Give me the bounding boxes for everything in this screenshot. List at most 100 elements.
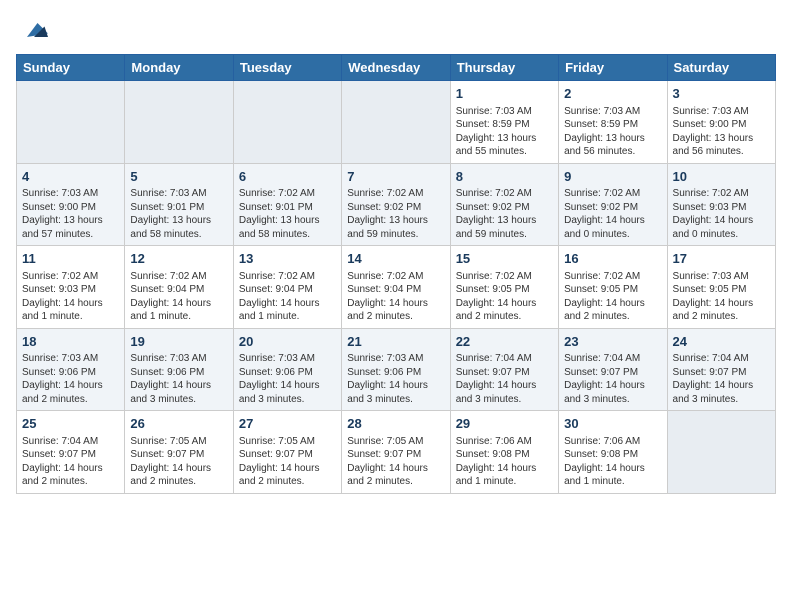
- sunset: Sunset: 9:04 PM: [239, 284, 313, 295]
- calendar-week-5: 25Sunrise: 7:04 AMSunset: 9:07 PMDayligh…: [17, 411, 776, 494]
- sunset: Sunset: 9:07 PM: [456, 367, 530, 378]
- calendar-week-2: 4 Sunrise: 7:03 AM Sunset: 9:00 PM Daylight…: [17, 163, 776, 246]
- logo-icon: [20, 16, 48, 44]
- daylight: Daylight: 13 hours and 59 minutes.: [456, 215, 537, 240]
- calendar-cell: [342, 81, 450, 164]
- calendar-cell: [125, 81, 233, 164]
- sunset: Sunset: 9:02 PM: [564, 202, 638, 213]
- day-number: 11: [22, 250, 119, 268]
- day-number: 13: [239, 250, 336, 268]
- daylight: Daylight: 14 hours and 2 minutes.: [347, 463, 428, 488]
- daylight: Daylight: 14 hours and 3 minutes.: [347, 380, 428, 405]
- calendar-cell: 24Sunrise: 7:04 AMSunset: 9:07 PMDayligh…: [667, 328, 775, 411]
- calendar-cell: 18Sunrise: 7:03 AMSunset: 9:06 PMDayligh…: [17, 328, 125, 411]
- daylight: Daylight: 14 hours and 2 minutes.: [130, 463, 211, 488]
- day-number: 2: [564, 85, 661, 103]
- sunrise: Sunrise: 7:02 AM: [564, 188, 640, 199]
- sunrise: Sunrise: 7:05 AM: [347, 436, 423, 447]
- sunrise: Sunrise: 7:02 AM: [456, 188, 532, 199]
- sunrise: Sunrise: 7:02 AM: [130, 271, 206, 282]
- sunset: Sunset: 9:05 PM: [456, 284, 530, 295]
- daylight: Daylight: 14 hours and 3 minutes.: [239, 380, 320, 405]
- sunrise: Sunrise: 7:03 AM: [22, 353, 98, 364]
- sunrise: Sunrise: 7:04 AM: [456, 353, 532, 364]
- daylight: Daylight: 14 hours and 2 minutes.: [564, 298, 645, 323]
- calendar-cell: 21Sunrise: 7:03 AMSunset: 9:06 PMDayligh…: [342, 328, 450, 411]
- sunrise: Sunrise: 7:02 AM: [239, 271, 315, 282]
- sunrise: Sunrise: 7:03 AM: [22, 188, 98, 199]
- weekday-thursday: Thursday: [450, 55, 558, 81]
- sunrise: Sunrise: 7:03 AM: [456, 106, 532, 117]
- sunset: Sunset: 9:05 PM: [564, 284, 638, 295]
- sunset: Sunset: 9:04 PM: [130, 284, 204, 295]
- daylight: Daylight: 14 hours and 1 minute.: [130, 298, 211, 323]
- day-number: 25: [22, 415, 119, 433]
- day-number: 17: [673, 250, 770, 268]
- daylight: Daylight: 14 hours and 1 minute.: [239, 298, 320, 323]
- daylight: Daylight: 14 hours and 2 minutes.: [22, 380, 103, 405]
- sunset: Sunset: 9:05 PM: [673, 284, 747, 295]
- sunset: Sunset: 8:59 PM: [564, 119, 638, 130]
- calendar-cell: 14Sunrise: 7:02 AMSunset: 9:04 PMDayligh…: [342, 246, 450, 329]
- weekday-friday: Friday: [559, 55, 667, 81]
- sunset: Sunset: 9:06 PM: [130, 367, 204, 378]
- daylight: Daylight: 13 hours and 58 minutes.: [130, 215, 211, 240]
- sunrise: Sunrise: 7:03 AM: [130, 188, 206, 199]
- sunset: Sunset: 9:02 PM: [456, 202, 530, 213]
- calendar-cell: 8Sunrise: 7:02 AMSunset: 9:02 PMDaylight…: [450, 163, 558, 246]
- daylight: Daylight: 14 hours and 0 minutes.: [564, 215, 645, 240]
- weekday-sunday: Sunday: [17, 55, 125, 81]
- sunset: Sunset: 9:08 PM: [456, 449, 530, 460]
- weekday-saturday: Saturday: [667, 55, 775, 81]
- calendar-cell: 19Sunrise: 7:03 AMSunset: 9:06 PMDayligh…: [125, 328, 233, 411]
- sunrise: Sunrise: 7:03 AM: [673, 271, 749, 282]
- sunrise: Sunrise: 7:04 AM: [564, 353, 640, 364]
- sunset: Sunset: 9:00 PM: [22, 202, 96, 213]
- calendar-cell: 15Sunrise: 7:02 AMSunset: 9:05 PMDayligh…: [450, 246, 558, 329]
- sunset: Sunset: 9:06 PM: [239, 367, 313, 378]
- sunset: Sunset: 9:03 PM: [22, 284, 96, 295]
- sunset: Sunset: 8:59 PM: [456, 119, 530, 130]
- weekday-tuesday: Tuesday: [233, 55, 341, 81]
- sunset: Sunset: 9:01 PM: [239, 202, 313, 213]
- day-number: 29: [456, 415, 553, 433]
- daylight: Daylight: 14 hours and 3 minutes.: [564, 380, 645, 405]
- day-number: 19: [130, 333, 227, 351]
- sunset: Sunset: 9:00 PM: [673, 119, 747, 130]
- calendar-cell: 10Sunrise: 7:02 AMSunset: 9:03 PMDayligh…: [667, 163, 775, 246]
- day-number: 3: [673, 85, 770, 103]
- calendar-cell: 3Sunrise: 7:03 AMSunset: 9:00 PMDaylight…: [667, 81, 775, 164]
- day-number: 10: [673, 168, 770, 186]
- daylight: Daylight: 14 hours and 1 minute.: [564, 463, 645, 488]
- day-number: 14: [347, 250, 444, 268]
- calendar-cell: [667, 411, 775, 494]
- calendar-cell: 7Sunrise: 7:02 AMSunset: 9:02 PMDaylight…: [342, 163, 450, 246]
- logo: [16, 16, 48, 44]
- day-number: 28: [347, 415, 444, 433]
- sunrise: Sunrise: 7:03 AM: [130, 353, 206, 364]
- calendar-cell: [17, 81, 125, 164]
- sunset: Sunset: 9:04 PM: [347, 284, 421, 295]
- sunrise: Sunrise: 7:05 AM: [130, 436, 206, 447]
- weekday-header-row: SundayMondayTuesdayWednesdayThursdayFrid…: [17, 55, 776, 81]
- daylight: Daylight: 13 hours and 57 minutes.: [22, 215, 103, 240]
- daylight: Daylight: 13 hours and 59 minutes.: [347, 215, 428, 240]
- calendar-cell: 30Sunrise: 7:06 AMSunset: 9:08 PMDayligh…: [559, 411, 667, 494]
- daylight: Daylight: 13 hours and 55 minutes.: [456, 133, 537, 158]
- calendar-cell: 2Sunrise: 7:03 AMSunset: 8:59 PMDaylight…: [559, 81, 667, 164]
- day-number: 23: [564, 333, 661, 351]
- calendar-cell: 16Sunrise: 7:02 AMSunset: 9:05 PMDayligh…: [559, 246, 667, 329]
- daylight: Daylight: 14 hours and 1 minute.: [22, 298, 103, 323]
- daylight: Daylight: 14 hours and 2 minutes.: [456, 298, 537, 323]
- day-number: 4: [22, 168, 119, 186]
- sunrise: Sunrise: 7:03 AM: [239, 353, 315, 364]
- sunrise: Sunrise: 7:06 AM: [564, 436, 640, 447]
- day-number: 9: [564, 168, 661, 186]
- calendar-cell: 4 Sunrise: 7:03 AM Sunset: 9:00 PM Daylight…: [17, 163, 125, 246]
- calendar-cell: [233, 81, 341, 164]
- day-number: 20: [239, 333, 336, 351]
- daylight: Daylight: 14 hours and 2 minutes.: [347, 298, 428, 323]
- sunrise: Sunrise: 7:06 AM: [456, 436, 532, 447]
- sunset: Sunset: 9:07 PM: [130, 449, 204, 460]
- day-number: 22: [456, 333, 553, 351]
